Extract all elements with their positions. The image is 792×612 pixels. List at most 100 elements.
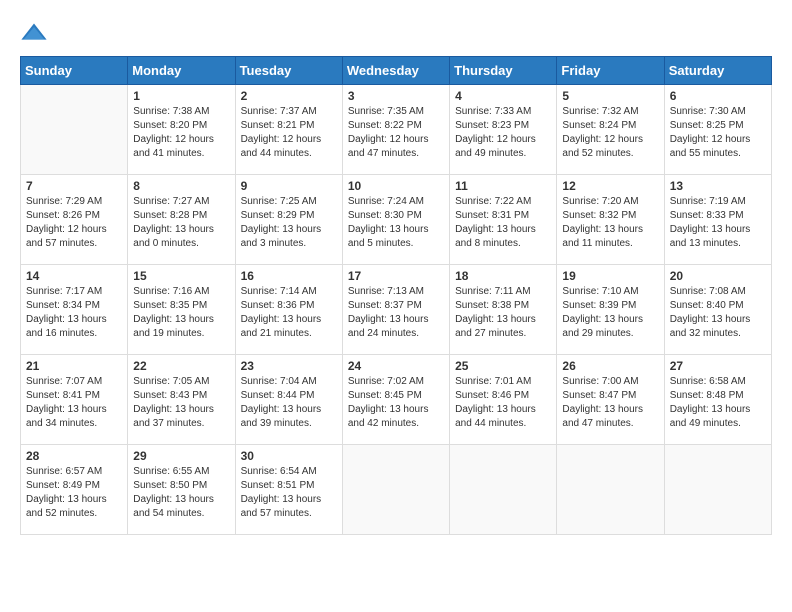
day-sun-info: Sunrise: 7:02 AM Sunset: 8:45 PM Dayligh…: [348, 375, 444, 431]
day-sun-info: Sunrise: 7:04 AM Sunset: 8:44 PM Dayligh…: [241, 375, 337, 431]
day-sun-info: Sunrise: 7:13 AM Sunset: 8:37 PM Dayligh…: [348, 285, 444, 341]
calendar-cell: 3 Sunrise: 7:35 AM Sunset: 8:22 PM Daylig…: [342, 85, 449, 175]
day-number: 27: [670, 359, 766, 373]
day-header-sunday: Sunday: [21, 57, 128, 85]
day-sun-info: Sunrise: 6:57 AM Sunset: 8:49 PM Dayligh…: [26, 465, 122, 521]
day-number: 15: [133, 269, 229, 283]
week-row-2: 7Sunrise: 7:29 AM Sunset: 8:26 PM Daylig…: [21, 175, 772, 265]
day-header-tuesday: Tuesday: [235, 57, 342, 85]
day-sun-info: Sunrise: 7:29 AM Sunset: 8:26 PM Dayligh…: [26, 195, 122, 251]
day-number: 24: [348, 359, 444, 373]
calendar-cell: 4Sunrise: 7:33 AM Sunset: 8:23 PM Daylig…: [450, 85, 557, 175]
calendar-cell: [664, 445, 771, 535]
calendar-cell: 29 Sunrise: 6:55 AM Sunset: 8:50 PM Dayli…: [128, 445, 235, 535]
day-sun-info: Sunrise: 7:11 AM Sunset: 8:38 PM Dayligh…: [455, 285, 551, 341]
day-number: 13: [670, 179, 766, 193]
calendar-cell: 19 Sunrise: 7:10 AM Sunset: 8:39 PM Dayli…: [557, 265, 664, 355]
calendar-cell: [21, 85, 128, 175]
day-number: 12: [562, 179, 658, 193]
day-sun-info: Sunrise: 7:24 AM Sunset: 8:30 PM Dayligh…: [348, 195, 444, 251]
calendar-cell: 25 Sunrise: 7:01 AM Sunset: 8:46 PM Dayli…: [450, 355, 557, 445]
day-sun-info: Sunrise: 7:07 AM Sunset: 8:41 PM Dayligh…: [26, 375, 122, 431]
day-number: 10: [348, 179, 444, 193]
day-header-friday: Friday: [557, 57, 664, 85]
logo-icon: [20, 20, 48, 48]
day-sun-info: Sunrise: 7:16 AM Sunset: 8:35 PM Dayligh…: [133, 285, 229, 341]
day-header-monday: Monday: [128, 57, 235, 85]
calendar-cell: 15 Sunrise: 7:16 AM Sunset: 8:35 PM Dayli…: [128, 265, 235, 355]
day-sun-info: Sunrise: 7:25 AM Sunset: 8:29 PM Dayligh…: [241, 195, 337, 251]
calendar-cell: 2 Sunrise: 7:37 AM Sunset: 8:21 PM Daylig…: [235, 85, 342, 175]
day-sun-info: Sunrise: 7:14 AM Sunset: 8:36 PM Dayligh…: [241, 285, 337, 341]
day-number: 1: [133, 89, 229, 103]
calendar-cell: 1 Sunrise: 7:38 AM Sunset: 8:20 PM Daylig…: [128, 85, 235, 175]
calendar-cell: 8Sunrise: 7:27 AM Sunset: 8:28 PM Daylig…: [128, 175, 235, 265]
calendar-cell: 5 Sunrise: 7:32 AM Sunset: 8:24 PM Daylig…: [557, 85, 664, 175]
calendar-cell: [450, 445, 557, 535]
calendar-cell: 26 Sunrise: 7:00 AM Sunset: 8:47 PM Dayli…: [557, 355, 664, 445]
day-number: 5: [562, 89, 658, 103]
day-sun-info: Sunrise: 7:32 AM Sunset: 8:24 PM Dayligh…: [562, 105, 658, 161]
day-number: 26: [562, 359, 658, 373]
calendar-cell: 21 Sunrise: 7:07 AM Sunset: 8:41 PM Dayli…: [21, 355, 128, 445]
day-number: 17: [348, 269, 444, 283]
calendar-cell: 23 Sunrise: 7:04 AM Sunset: 8:44 PM Dayli…: [235, 355, 342, 445]
week-row-1: 1 Sunrise: 7:38 AM Sunset: 8:20 PM Daylig…: [21, 85, 772, 175]
calendar-cell: 27 Sunrise: 6:58 AM Sunset: 8:48 PM Dayli…: [664, 355, 771, 445]
day-number: 28: [26, 449, 122, 463]
day-sun-info: Sunrise: 7:19 AM Sunset: 8:33 PM Dayligh…: [670, 195, 766, 251]
day-number: 16: [241, 269, 337, 283]
day-header-thursday: Thursday: [450, 57, 557, 85]
day-sun-info: Sunrise: 7:35 AM Sunset: 8:22 PM Dayligh…: [348, 105, 444, 161]
calendar-cell: 18 Sunrise: 7:11 AM Sunset: 8:38 PM Dayli…: [450, 265, 557, 355]
day-number: 14: [26, 269, 122, 283]
page-header: [20, 20, 772, 48]
calendar-cell: 30 Sunrise: 6:54 AM Sunset: 8:51 PM Dayli…: [235, 445, 342, 535]
calendar-cell: 9Sunrise: 7:25 AM Sunset: 8:29 PM Daylig…: [235, 175, 342, 265]
calendar-cell: 13 Sunrise: 7:19 AM Sunset: 8:33 PM Dayli…: [664, 175, 771, 265]
day-number: 8: [133, 179, 229, 193]
calendar-cell: 17 Sunrise: 7:13 AM Sunset: 8:37 PM Dayli…: [342, 265, 449, 355]
day-number: 30: [241, 449, 337, 463]
day-number: 29: [133, 449, 229, 463]
calendar-cell: 10 Sunrise: 7:24 AM Sunset: 8:30 PM Dayli…: [342, 175, 449, 265]
day-sun-info: Sunrise: 6:55 AM Sunset: 8:50 PM Dayligh…: [133, 465, 229, 521]
calendar-cell: 22Sunrise: 7:05 AM Sunset: 8:43 PM Dayli…: [128, 355, 235, 445]
week-row-3: 14Sunrise: 7:17 AM Sunset: 8:34 PM Dayli…: [21, 265, 772, 355]
day-number: 25: [455, 359, 551, 373]
day-number: 20: [670, 269, 766, 283]
calendar-cell: 28 Sunrise: 6:57 AM Sunset: 8:49 PM Dayli…: [21, 445, 128, 535]
day-sun-info: Sunrise: 7:08 AM Sunset: 8:40 PM Dayligh…: [670, 285, 766, 341]
day-number: 18: [455, 269, 551, 283]
calendar-table: SundayMondayTuesdayWednesdayThursdayFrid…: [20, 56, 772, 535]
day-number: 23: [241, 359, 337, 373]
day-number: 6: [670, 89, 766, 103]
calendar-cell: 24 Sunrise: 7:02 AM Sunset: 8:45 PM Dayli…: [342, 355, 449, 445]
day-sun-info: Sunrise: 7:38 AM Sunset: 8:20 PM Dayligh…: [133, 105, 229, 161]
day-sun-info: Sunrise: 7:01 AM Sunset: 8:46 PM Dayligh…: [455, 375, 551, 431]
logo: [20, 20, 52, 48]
calendar-cell: 20 Sunrise: 7:08 AM Sunset: 8:40 PM Dayli…: [664, 265, 771, 355]
day-sun-info: Sunrise: 7:22 AM Sunset: 8:31 PM Dayligh…: [455, 195, 551, 251]
day-sun-info: Sunrise: 6:54 AM Sunset: 8:51 PM Dayligh…: [241, 465, 337, 521]
day-number: 4: [455, 89, 551, 103]
day-number: 21: [26, 359, 122, 373]
calendar-cell: 6 Sunrise: 7:30 AM Sunset: 8:25 PM Daylig…: [664, 85, 771, 175]
day-sun-info: Sunrise: 7:37 AM Sunset: 8:21 PM Dayligh…: [241, 105, 337, 161]
calendar-cell: 16 Sunrise: 7:14 AM Sunset: 8:36 PM Dayli…: [235, 265, 342, 355]
day-sun-info: Sunrise: 7:30 AM Sunset: 8:25 PM Dayligh…: [670, 105, 766, 161]
day-header-saturday: Saturday: [664, 57, 771, 85]
day-number: 2: [241, 89, 337, 103]
day-number: 3: [348, 89, 444, 103]
calendar-cell: [342, 445, 449, 535]
week-row-5: 28 Sunrise: 6:57 AM Sunset: 8:49 PM Dayli…: [21, 445, 772, 535]
calendar-cell: 7Sunrise: 7:29 AM Sunset: 8:26 PM Daylig…: [21, 175, 128, 265]
day-sun-info: Sunrise: 7:00 AM Sunset: 8:47 PM Dayligh…: [562, 375, 658, 431]
day-number: 19: [562, 269, 658, 283]
week-row-4: 21 Sunrise: 7:07 AM Sunset: 8:41 PM Dayli…: [21, 355, 772, 445]
calendar-cell: [557, 445, 664, 535]
day-header-wednesday: Wednesday: [342, 57, 449, 85]
day-sun-info: Sunrise: 7:10 AM Sunset: 8:39 PM Dayligh…: [562, 285, 658, 341]
day-sun-info: Sunrise: 6:58 AM Sunset: 8:48 PM Dayligh…: [670, 375, 766, 431]
day-sun-info: Sunrise: 7:20 AM Sunset: 8:32 PM Dayligh…: [562, 195, 658, 251]
